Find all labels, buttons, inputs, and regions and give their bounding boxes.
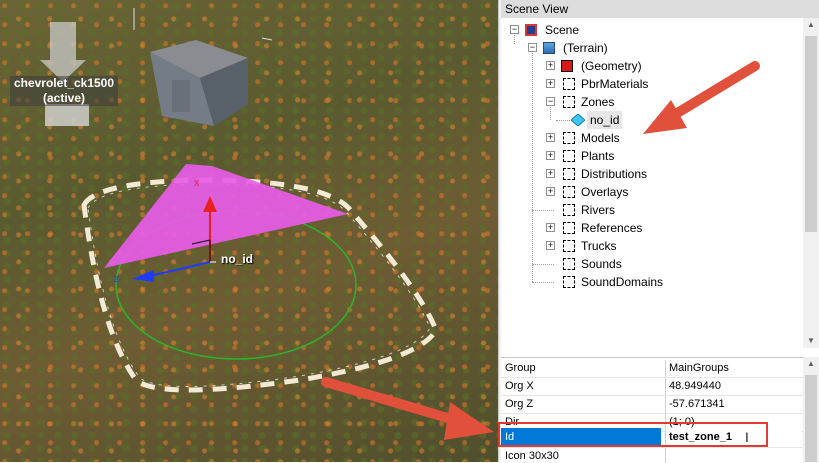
dashed-node-icon — [563, 186, 575, 198]
vehicle-label: chevrolet_ck1500 (active) — [10, 76, 118, 106]
property-grid[interactable]: Group MainGroups Org X 48.949440 Org Z -… — [501, 357, 803, 463]
dashed-node-icon — [563, 240, 575, 252]
property-value[interactable] — [665, 448, 801, 463]
dashed-node-icon — [563, 258, 575, 270]
property-name: Org X — [505, 380, 534, 392]
dashed-node-icon — [563, 168, 575, 180]
expand-icon[interactable]: + — [546, 133, 555, 142]
tree-item-scene[interactable]: − Scene — [501, 21, 801, 39]
expand-icon[interactable]: + — [546, 61, 555, 70]
tree-item-label: SoundDomains — [581, 275, 664, 289]
dashed-node-icon — [563, 132, 575, 144]
tree-item-distributions[interactable]: + Distributions — [501, 165, 801, 183]
dashed-node-icon — [563, 150, 575, 162]
property-row-org-z[interactable]: Org Z -57.671341 — [501, 396, 803, 414]
scene-icon — [525, 24, 537, 36]
expand-icon[interactable]: + — [546, 151, 555, 160]
dashed-node-icon — [563, 96, 575, 108]
expand-icon[interactable]: + — [546, 187, 555, 196]
expand-icon[interactable]: + — [546, 223, 555, 232]
tree-item-trucks[interactable]: + Trucks — [501, 237, 801, 255]
property-value[interactable]: 48.949440 — [665, 378, 801, 395]
tree-item-references[interactable]: + References — [501, 219, 801, 237]
expand-icon[interactable]: + — [546, 79, 555, 88]
dashed-node-icon — [563, 204, 575, 216]
tree-item-label: Models — [581, 131, 620, 145]
scroll-up-icon[interactable]: ▲ — [803, 18, 819, 32]
id-field-highlight — [498, 422, 768, 447]
tree-item-label: Zones — [581, 95, 615, 109]
collapse-icon[interactable]: − — [510, 25, 519, 34]
terrain-icon — [543, 42, 555, 54]
property-value[interactable]: MainGroups — [665, 360, 801, 377]
expand-icon[interactable]: + — [546, 241, 555, 250]
tree-item-label: Overlays — [581, 185, 629, 199]
vehicle-ghost-icon — [40, 22, 89, 126]
property-row-group[interactable]: Group MainGroups — [501, 360, 803, 378]
expand-icon[interactable]: + — [546, 169, 555, 178]
gizmo-axis-x-label: X — [194, 179, 200, 188]
scroll-down-icon[interactable]: ▼ — [803, 334, 819, 348]
property-value[interactable]: -57.671341 — [665, 396, 801, 413]
tree-item-label: Distributions — [581, 167, 648, 181]
scrollbar-thumb[interactable] — [805, 375, 817, 462]
scroll-up-icon[interactable]: ▲ — [803, 357, 819, 371]
property-name: Org Z — [505, 398, 534, 410]
viewport-graphics: X Z — [40, 8, 494, 440]
tree-item-overlays[interactable]: + Overlays — [501, 183, 801, 201]
tree-item-label: (Terrain) — [563, 41, 608, 55]
dashed-node-icon — [563, 222, 575, 234]
property-row-org-x[interactable]: Org X 48.949440 — [501, 378, 803, 396]
tree-item-label: Plants — [581, 149, 615, 163]
property-scrollbar[interactable]: ▲ — [803, 357, 819, 462]
property-name: Group — [505, 362, 536, 374]
vehicle-status: (active) — [42, 91, 86, 105]
scene-viewport[interactable]: X Z chevrolet_ck1500 (active) no_id — [0, 0, 498, 462]
panel-title: Scene View — [501, 0, 819, 18]
shed-model[interactable] — [133, 8, 273, 126]
tree-item-label: Sounds — [581, 257, 622, 271]
tree-item-terrain[interactable]: − (Terrain) — [501, 39, 801, 57]
tree-item-plants[interactable]: + Plants — [501, 147, 801, 165]
vehicle-name: chevrolet_ck1500 — [13, 76, 115, 90]
tree-item-sounddomains[interactable]: SoundDomains — [501, 273, 801, 291]
scene-view-panel: Scene View − Scene − (Terrain) + (Geomet… — [501, 0, 819, 463]
tree-item-label: no_id — [587, 111, 623, 129]
tree-item-sounds[interactable]: Sounds — [501, 255, 801, 273]
tree-item-label: References — [581, 221, 643, 235]
collapse-icon[interactable]: − — [528, 43, 537, 52]
tree-scrollbar[interactable]: ▲ ▼ — [803, 18, 819, 348]
collapse-icon[interactable]: − — [546, 97, 555, 106]
gizmo-axis-z-label: Z — [114, 275, 119, 284]
callout-arrow-zone — [643, 61, 760, 134]
dashed-node-icon — [563, 78, 575, 90]
zone-diamond-icon — [571, 114, 585, 126]
zone-label: no_id — [221, 252, 253, 266]
property-row-icon[interactable]: Icon 30x30 — [501, 448, 803, 463]
tree-item-label: Trucks — [581, 239, 617, 253]
tree-item-label: Scene — [545, 23, 580, 37]
scrollbar-thumb[interactable] — [805, 36, 817, 232]
geometry-cube-icon — [561, 60, 573, 72]
tree-item-rivers[interactable]: Rivers — [501, 201, 801, 219]
scene-tree[interactable]: − Scene − (Terrain) + (Geometry) + PbrMa… — [501, 18, 803, 348]
tree-item-label: Rivers — [581, 203, 616, 217]
dashed-node-icon — [563, 276, 575, 288]
property-name: Icon 30x30 — [505, 450, 559, 462]
callout-arrow-id — [321, 377, 494, 440]
